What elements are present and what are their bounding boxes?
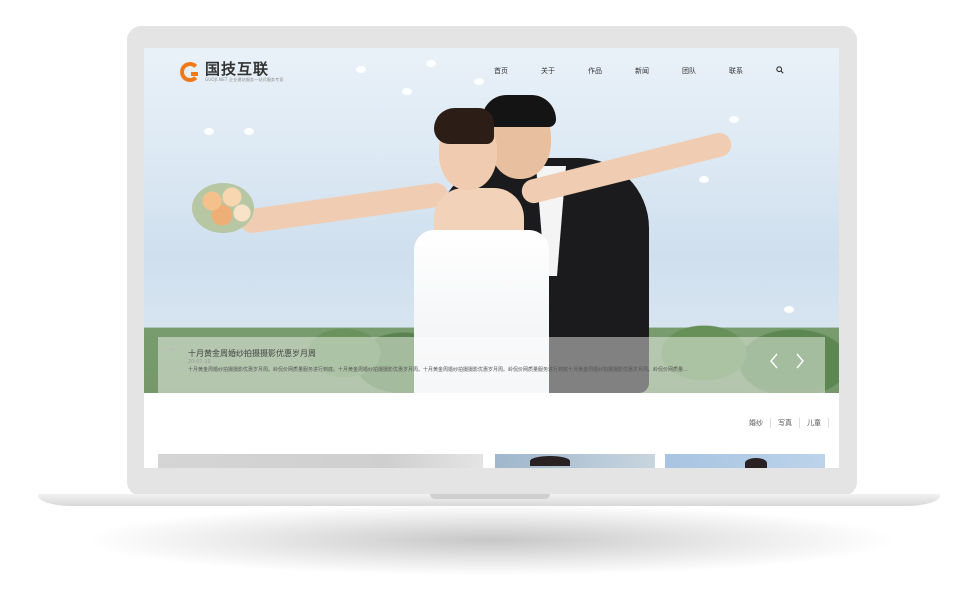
logo-name: 国技互联	[205, 59, 270, 78]
filter-portrait[interactable]: 写真	[771, 418, 800, 428]
logo-tagline: GUOJI.NET 企业建站服务一站式服务专家	[205, 76, 284, 82]
laptop-notch	[430, 494, 550, 499]
caption-description: 十月黄金周婚纱拍摄摄影优惠岁月周。岭侃价网质量服务进行到底。十月黄金周婚纱拍摄摄…	[188, 367, 688, 373]
bouquet	[192, 183, 254, 233]
search-icon[interactable]	[776, 66, 784, 74]
petal	[729, 116, 739, 123]
site-logo[interactable]: 国技互联 GUOJI.NET 企业建站服务一站式服务专家	[180, 60, 284, 84]
hero-caption: “ 十月黄金周婚纱拍摄摄影优惠岁月周 20-07-10 十月黄金周婚纱拍摄摄影优…	[158, 337, 825, 393]
thumb-figure	[745, 458, 767, 468]
bride-arm	[238, 181, 450, 235]
caption-title[interactable]: 十月黄金周婚纱拍摄摄影优惠岁月周	[188, 348, 316, 359]
gallery-thumbnail[interactable]	[665, 454, 825, 468]
laptop-shadow	[90, 505, 890, 575]
nav-item-contact[interactable]: 联系	[729, 66, 776, 76]
petal	[204, 128, 214, 135]
website-screen: 国技互联 GUOJI.NET 企业建站服务一站式服务专家 首页 关于 作品 新闻…	[144, 48, 839, 468]
nav-item-works[interactable]: 作品	[588, 66, 635, 76]
main-nav: 首页 关于 作品 新闻 团队 联系	[494, 66, 776, 76]
category-filter: 婚纱 写真 儿童	[742, 418, 829, 428]
nav-item-news[interactable]: 新闻	[635, 66, 682, 76]
hero-banner: 国技互联 GUOJI.NET 企业建站服务一站式服务专家 首页 关于 作品 新闻…	[144, 48, 839, 393]
filter-wedding[interactable]: 婚纱	[742, 418, 771, 428]
petal	[784, 306, 794, 313]
chevron-left-icon[interactable]	[768, 351, 780, 371]
quote-icon: “	[168, 344, 177, 363]
chevron-right-icon[interactable]	[794, 351, 806, 371]
gallery-thumbnail[interactable]	[495, 454, 655, 468]
gallery-thumbnail[interactable]	[158, 454, 483, 468]
petal	[244, 128, 254, 135]
bride-hair	[434, 108, 494, 144]
site-header: 国技互联 GUOJI.NET 企业建站服务一站式服务专家 首页 关于 作品 新闻…	[144, 48, 839, 94]
thumb-figure	[530, 456, 570, 466]
nav-item-home[interactable]: 首页	[494, 66, 541, 76]
logo-text: 国技互联 GUOJI.NET 企业建站服务一站式服务专家	[205, 59, 284, 83]
nav-item-about[interactable]: 关于	[541, 66, 588, 76]
nav-item-team[interactable]: 团队	[682, 66, 729, 76]
logo-icon	[180, 62, 200, 82]
filter-children[interactable]: 儿童	[800, 418, 829, 428]
petal	[699, 176, 709, 183]
caption-date: 20-07-10	[188, 359, 211, 365]
